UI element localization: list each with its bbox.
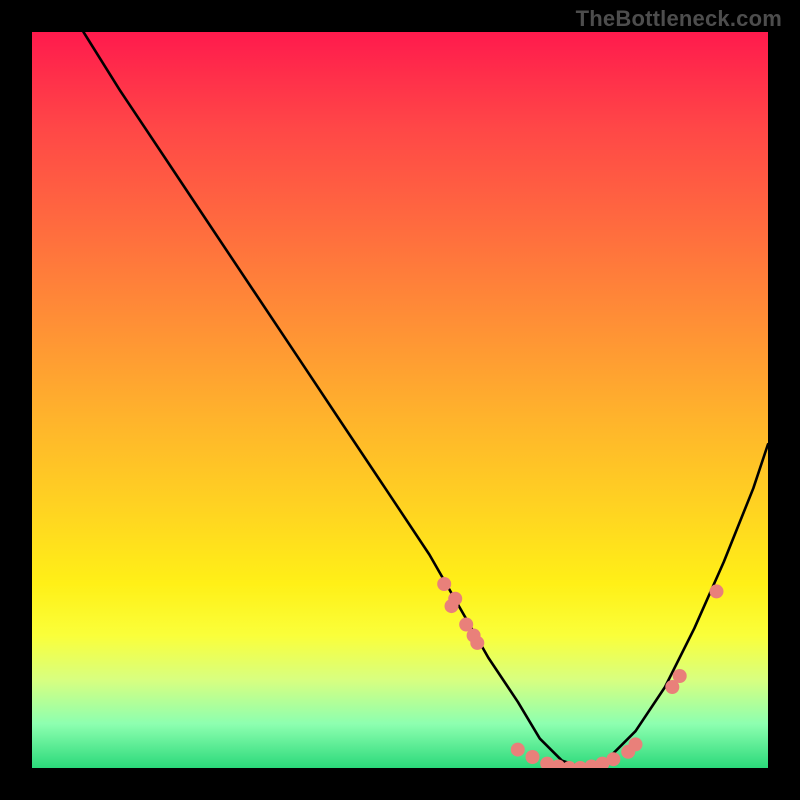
curve-dot <box>673 669 687 683</box>
bottleneck-curve <box>84 32 769 768</box>
watermark-text: TheBottleneck.com <box>576 6 782 32</box>
curve-dot <box>470 636 484 650</box>
curve-dot <box>511 743 525 757</box>
curve-dot <box>606 752 620 766</box>
curve-markers <box>437 577 723 768</box>
curve-dot <box>526 750 540 764</box>
curve-dot <box>629 737 643 751</box>
chart-svg <box>32 32 768 768</box>
chart-frame: TheBottleneck.com <box>0 0 800 800</box>
plot-area <box>32 32 768 768</box>
curve-dot <box>445 599 459 613</box>
curve-dot <box>437 577 451 591</box>
curve-dot <box>710 584 724 598</box>
